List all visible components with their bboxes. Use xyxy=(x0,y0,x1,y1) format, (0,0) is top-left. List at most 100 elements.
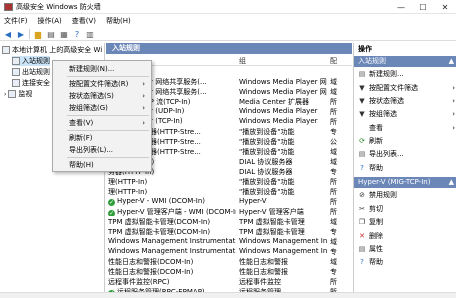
rule-profile: 专 xyxy=(330,228,337,236)
actions-section-inbound[interactable]: 入站规则 ▲ xyxy=(354,56,456,67)
table-row[interactable]: Windows Management Instrumentati... Windo… xyxy=(106,237,352,246)
table-row[interactable]: 理(HTTP-In) "播放到设备"功能 所 xyxy=(106,177,352,186)
ctx-view[interactable]: 查看(V) › xyxy=(53,118,151,128)
maximize-button[interactable]: ☐ xyxy=(412,0,434,14)
table-row[interactable]: Windows Management Instrumentati... Windo… xyxy=(106,247,352,256)
action-item[interactable]: ✂ 剪切 xyxy=(358,204,455,214)
action-item[interactable]: ✕ 删除 xyxy=(358,231,455,241)
rule-profile: 专 xyxy=(330,128,337,136)
column-header-profile[interactable]: 配 xyxy=(330,56,337,66)
filter-profile-icon: ▼ xyxy=(359,84,365,92)
rule-name: ✓ Hyper-V 管理客户端 - WMI (DCOM-In) xyxy=(108,207,236,216)
menu-file[interactable]: 文件(F) xyxy=(4,15,28,27)
rule-group: Hyper-V 管理客户端 xyxy=(239,208,304,216)
expand-chevron-icon[interactable]: › xyxy=(4,91,6,98)
ctx-label: 按状态筛选(S) xyxy=(69,92,114,100)
ctx-refresh[interactable]: 刷新(F) xyxy=(53,133,151,143)
action-label: 按组筛选 xyxy=(369,110,397,118)
action-label: 按配置文件筛选 xyxy=(369,84,418,92)
tree-root[interactable]: 本地计算机 上的高级安全 Wi xyxy=(2,45,102,55)
back-arrow-icon[interactable]: ◀ xyxy=(3,29,13,39)
table-row[interactable]: 性能日志和警报(DCOM-In) 性能日志和警报 专 xyxy=(106,267,352,276)
actions-section-rule[interactable]: Hyper-V (MIG-TCP-In) ▲ xyxy=(354,177,456,188)
tree-item-monitoring[interactable]: › 监视 xyxy=(4,89,32,99)
tree-item-inbound[interactable]: 入站规则 xyxy=(12,56,50,66)
menu-action[interactable]: 操作(A) xyxy=(38,15,62,27)
filter-state-icon: ▼ xyxy=(359,97,365,105)
connection-security-icon xyxy=(12,79,20,87)
rule-group: "播放到设备"功能 xyxy=(239,148,295,156)
forward-arrow-icon[interactable]: ▶ xyxy=(16,29,26,39)
disable-rule-icon: ⊘ xyxy=(359,191,365,199)
submenu-arrow-icon: › xyxy=(452,84,455,92)
actions-pane: 操作 入站规则 ▲ ▤ 新建规则... ▼ 按配置文件筛选 › ▼ 按状态筛选 › ▼ 按组筛选 ›… xyxy=(353,43,456,292)
context-menu: 新建规则(N)... 按配置文件筛选(R) › 按状态筛选(S) › 按组筛选(G)… xyxy=(52,60,152,172)
tree-item-label: 连接安全 xyxy=(22,79,50,87)
action-item[interactable]: ❐ 复制 xyxy=(358,217,455,227)
section-label: Hyper-V (MIG-TCP-In) xyxy=(358,178,431,186)
action-item[interactable]: ⊘ 禁用规则 xyxy=(358,190,455,200)
rule-profile: 所 xyxy=(330,198,337,206)
table-row[interactable]: 理(HTTP-In) "播放到设备"功能 所 xyxy=(106,187,352,196)
table-row[interactable]: TPM 虚拟智能卡管理(DCOM-In) TPM 虚拟智能卡管理 域 xyxy=(106,217,352,226)
collapse-arrow-icon[interactable]: ▲ xyxy=(449,177,454,188)
tree-item-label: 监视 xyxy=(18,90,33,98)
action-item[interactable]: ▼ 按组筛选 › xyxy=(358,109,455,119)
properties-icon[interactable]: ▦ xyxy=(59,29,69,39)
action-item[interactable]: ▤ 导出列表... xyxy=(358,149,455,159)
menu-view[interactable]: 查看(V) xyxy=(72,15,96,27)
ctx-filter-group[interactable]: 按组筛选(G) › xyxy=(53,103,151,113)
rule-name-text: TPM 虚拟智能卡管理(DCOM-In) xyxy=(108,218,211,226)
action-item[interactable]: ? 帮助 xyxy=(358,163,455,173)
view-icon xyxy=(358,124,366,132)
action-item[interactable]: ▤ 属性 xyxy=(358,244,455,254)
ctx-divider xyxy=(67,76,149,77)
filter-group-icon: ▼ xyxy=(359,110,365,118)
rule-profile: 所 xyxy=(330,188,337,196)
ctx-filter-profile[interactable]: 按配置文件筛选(R) › xyxy=(53,79,151,89)
ctx-filter-state[interactable]: 按状态筛选(S) › xyxy=(53,91,151,101)
rule-group: "播放到设备"功能 xyxy=(239,128,295,136)
rule-profile: 专 xyxy=(330,268,337,276)
tree-root-label: 本地计算机 上的高级安全 Wi xyxy=(12,46,103,54)
action-label: 属性 xyxy=(369,245,383,253)
window-title: 高级安全 Windows 防火墙 xyxy=(16,3,101,11)
tree-item-outbound[interactable]: 出站规则 xyxy=(12,67,50,77)
action-item[interactable]: ▼ 按状态筛选 › xyxy=(358,96,455,106)
help-icon: ? xyxy=(360,164,364,172)
folder-icon[interactable]: ▆ xyxy=(33,29,43,39)
console-tree-icon[interactable]: ▤ xyxy=(46,29,56,39)
rule-profile: 所 xyxy=(330,178,337,186)
help-icon[interactable]: ? xyxy=(72,29,82,39)
ctx-help[interactable]: 帮助(H) xyxy=(53,160,151,170)
table-row[interactable]: ✓ Hyper-V 管理客户端 - WMI (DCOM-In) Hyper-V 管理… xyxy=(106,207,352,216)
ctx-new-rule[interactable]: 新建规则(N)... xyxy=(53,64,151,74)
action-label: 复制 xyxy=(369,218,383,226)
action-item[interactable]: ? 帮助 xyxy=(358,257,455,267)
action-item[interactable]: 查看 › xyxy=(358,123,455,133)
rule-group: Windows Media Player 网络共... xyxy=(239,88,327,96)
rule-group: TPM 虚拟智能卡管理 xyxy=(239,228,305,236)
ctx-divider xyxy=(67,130,149,131)
actions-header: 操作 xyxy=(358,45,372,53)
action-item[interactable]: ⟳ 刷新 xyxy=(358,136,455,146)
rule-name: ✓ Hyper-V - WMI (DCOM-In) xyxy=(108,197,236,206)
rule-name-text: Hyper-V 管理客户端 - WMI (DCOM-In) xyxy=(117,208,236,216)
ctx-export-list[interactable]: 导出列表(L)... xyxy=(53,145,151,155)
column-header-group[interactable]: 组 xyxy=(239,56,246,66)
rule-name: TPM 虚拟智能卡管理(DCOM-In) xyxy=(108,217,236,226)
tree-item-label: 入站规则 xyxy=(22,57,50,65)
collapse-arrow-icon[interactable]: ▲ xyxy=(449,56,454,67)
close-button[interactable]: ✕ xyxy=(434,0,456,14)
table-row[interactable]: 性能日志和警报(DCOM-In) 性能日志和警报 域 xyxy=(106,257,352,266)
action-pane-icon[interactable]: ▥ xyxy=(85,29,95,39)
minimize-button[interactable]: — xyxy=(390,0,412,14)
outbound-rules-icon xyxy=(12,68,20,76)
table-row[interactable]: TPM 虚拟智能卡管理(DCOM-In) TPM 虚拟智能卡管理 专 xyxy=(106,227,352,236)
action-item[interactable]: ▤ 新建规则... xyxy=(358,69,455,79)
menu-help[interactable]: 帮助(H) xyxy=(106,15,131,27)
action-item[interactable]: ▼ 按配置文件筛选 › xyxy=(358,83,455,93)
table-row[interactable]: 远程事件监控(RPC) 远程事件监控 所 xyxy=(106,277,352,286)
table-row[interactable]: ✓ Hyper-V - WMI (DCOM-In) Hyper-V 所 xyxy=(106,197,352,206)
tree-item-connection-security[interactable]: 连接安全 xyxy=(12,78,50,88)
